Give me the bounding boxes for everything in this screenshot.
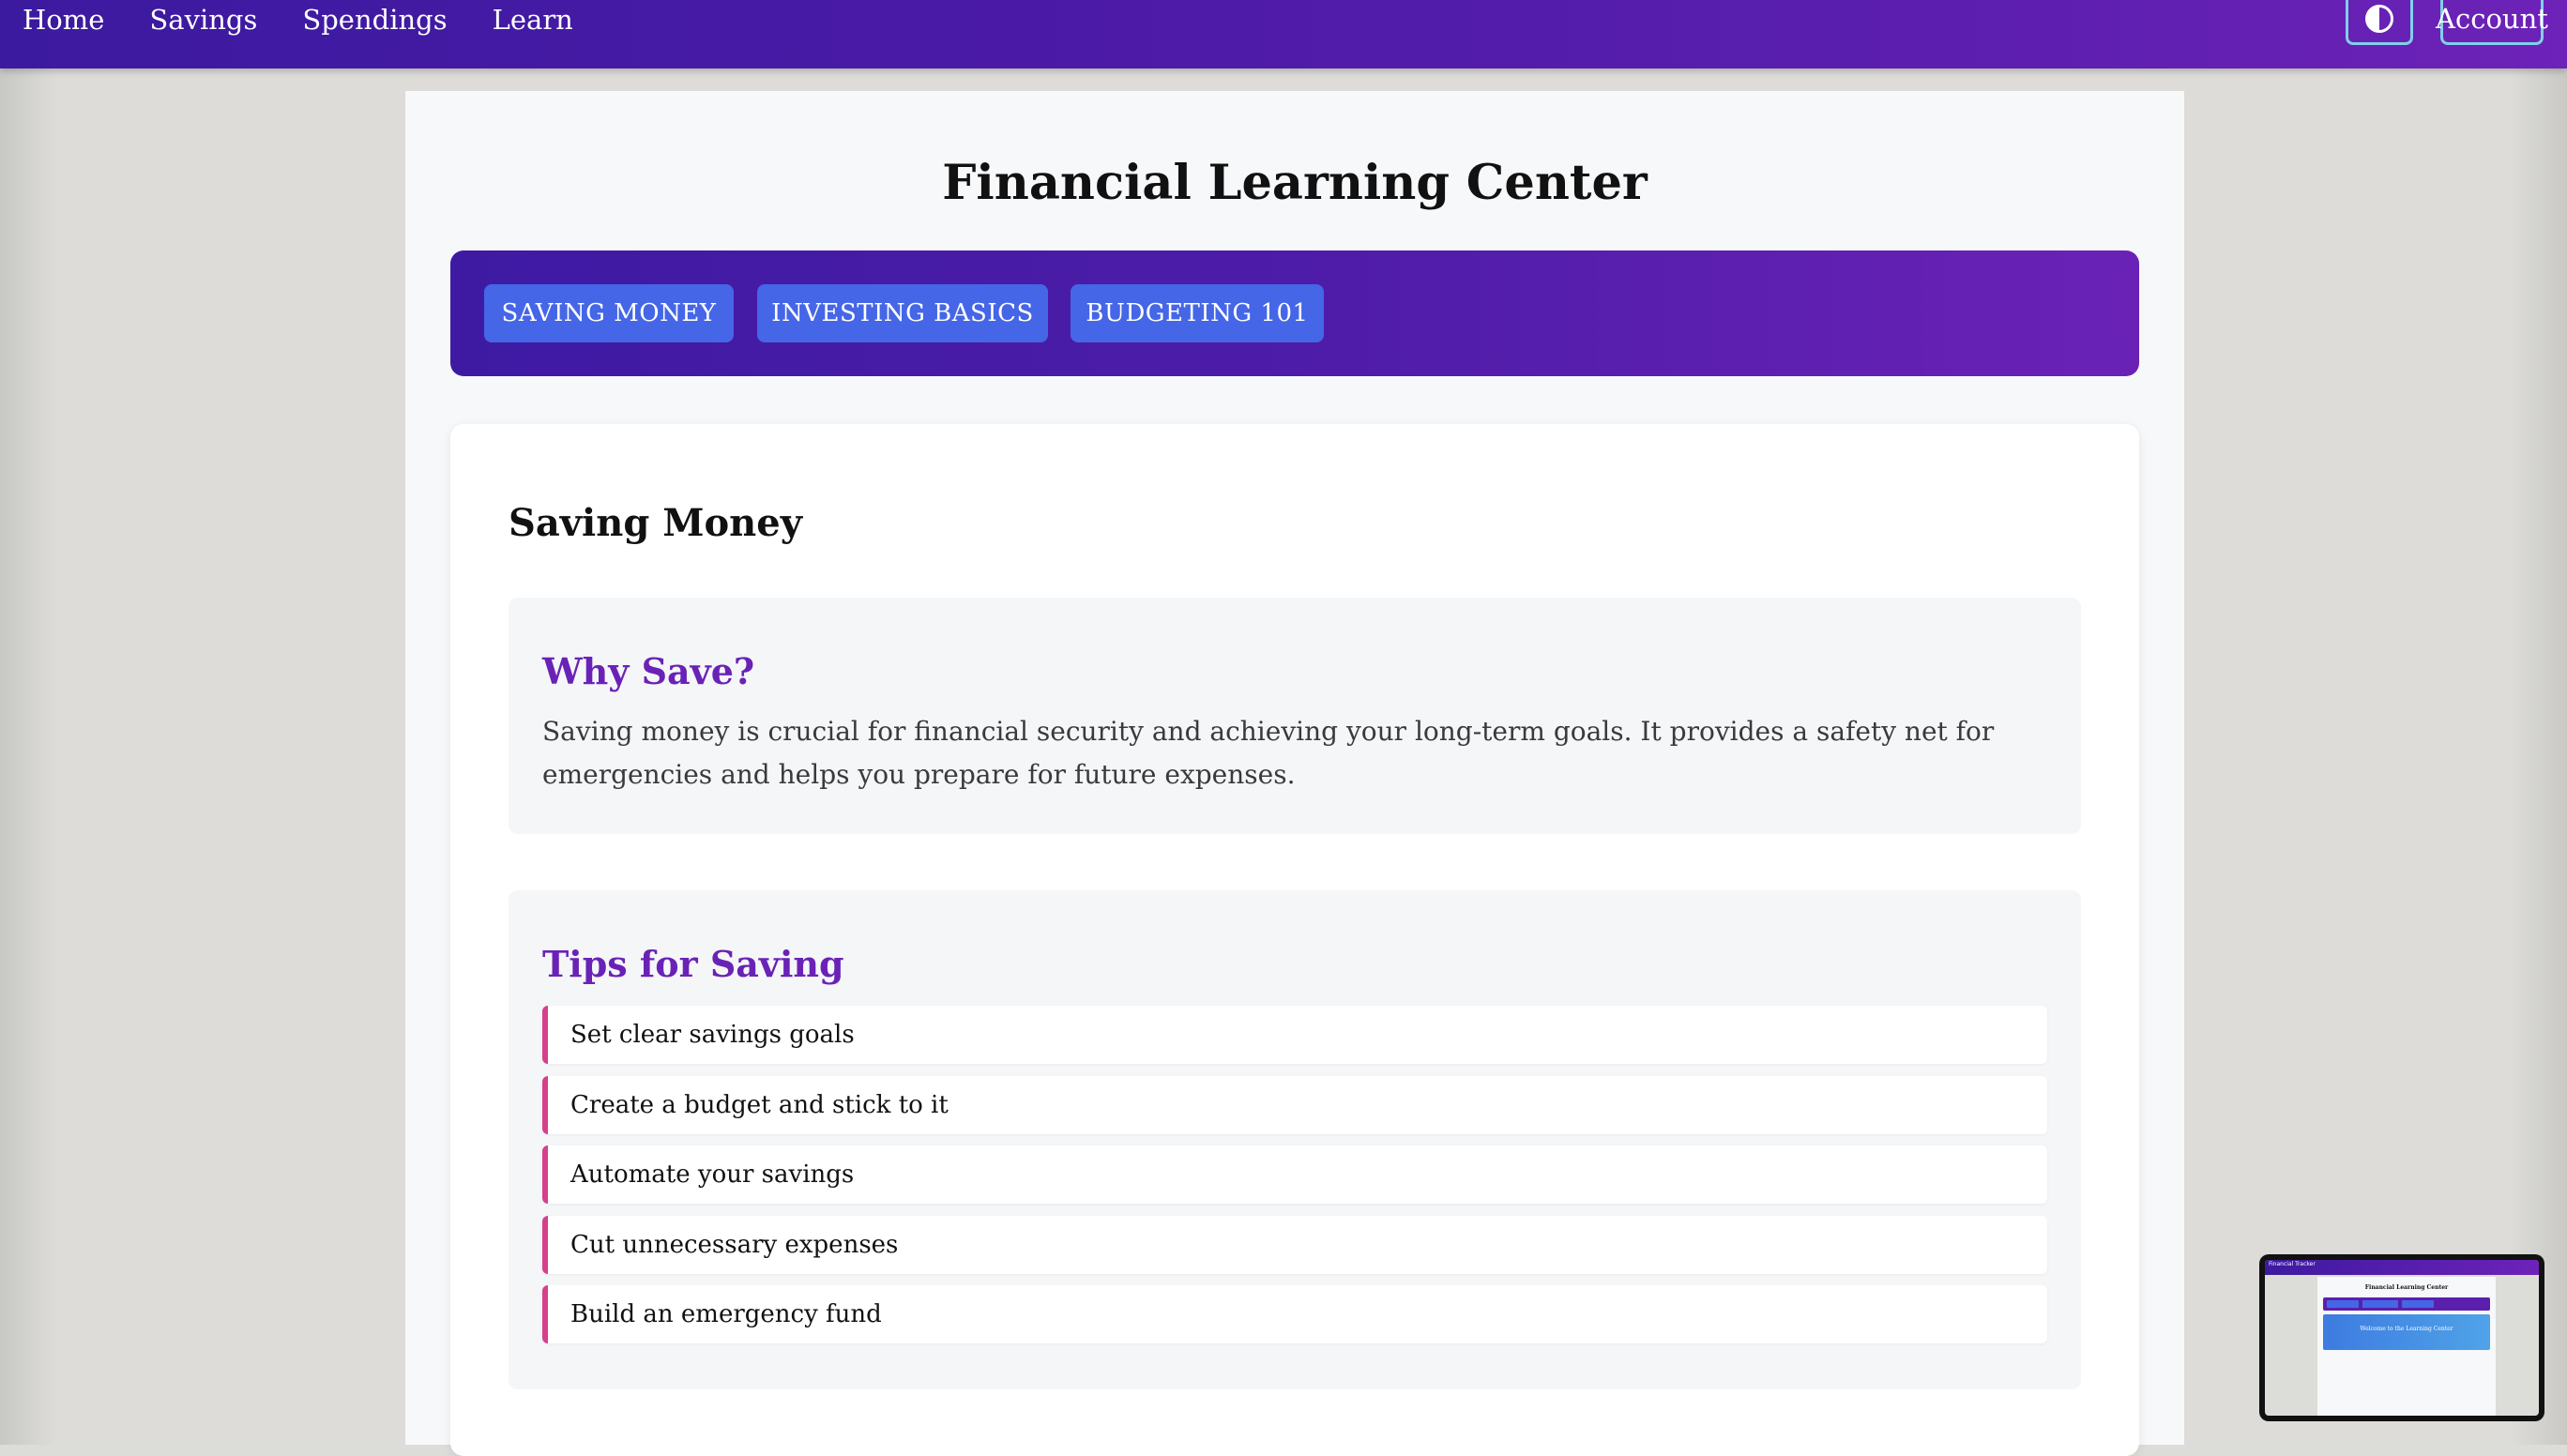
thumbnail-navbar: Financial Tracker [2265, 1260, 2539, 1275]
thumbnail-page: Financial Learning Center Welcome to the… [2317, 1277, 2496, 1416]
page-title: Financial Learning Center [942, 155, 1648, 211]
thumbnail-hero: Welcome to the Learning Center [2323, 1314, 2490, 1350]
thumbnail-brand: Financial Tracker [2269, 1261, 2316, 1267]
main-container: Financial Learning Center SAVING MONEY I… [405, 91, 2184, 1456]
theme-toggle-button[interactable] [2346, 0, 2413, 45]
account-button[interactable]: Account [2436, 0, 2548, 45]
tab-saving-money[interactable]: SAVING MONEY [484, 284, 734, 342]
tips-title: Tips for Saving [542, 943, 844, 985]
tip-item: Cut unnecessary expenses [542, 1216, 2047, 1274]
why-save-text: Saving money is crucial for financial se… [542, 716, 1995, 790]
content-card: Saving Money Why Save? Saving money is c… [450, 424, 2139, 1456]
content-heading: Saving Money [509, 501, 802, 545]
nav-link-savings[interactable]: Savings [149, 4, 257, 36]
thumbnail-tab [2362, 1300, 2398, 1308]
topic-tabs: SAVING MONEY INVESTING BASICS BUDGETING … [450, 250, 2139, 376]
screenshot-thumbnail[interactable]: Financial Tracker Financial Learning Cen… [2259, 1254, 2544, 1421]
tab-investing-basics[interactable]: INVESTING BASICS [757, 284, 1048, 342]
tip-item: Build an emergency fund [542, 1285, 2047, 1343]
nav-link-learn[interactable]: Learn [493, 4, 573, 36]
nav-links: Home Savings Spendings Learn [23, 0, 573, 39]
thumbnail-tabs [2323, 1297, 2490, 1311]
nav-link-home[interactable]: Home [23, 4, 104, 36]
tip-item: Create a budget and stick to it [542, 1076, 2047, 1134]
thumbnail-tab [2402, 1300, 2434, 1308]
tab-budgeting-101[interactable]: BUDGETING 101 [1071, 284, 1324, 342]
tip-item: Set clear savings goals [542, 1006, 2047, 1064]
nav-link-spendings[interactable]: Spendings [302, 4, 447, 36]
why-save-section: Why Save? Saving money is crucial for fi… [509, 598, 2081, 834]
thumbnail-title: Financial Learning Center [2364, 1284, 2449, 1291]
tips-section: Tips for Saving Set clear savings goals … [509, 890, 2081, 1389]
tip-item: Automate your savings [542, 1145, 2047, 1204]
top-navbar: Home Savings Spendings Learn Account [0, 0, 2567, 68]
thumbnail-tab [2327, 1300, 2359, 1308]
thumbnail-hero-text: Welcome to the Learning Center [2360, 1326, 2453, 1332]
contrast-icon [2365, 5, 2393, 33]
why-save-title: Why Save? [542, 650, 755, 692]
thumbnail-preview: Financial Tracker Financial Learning Cen… [2265, 1260, 2539, 1416]
